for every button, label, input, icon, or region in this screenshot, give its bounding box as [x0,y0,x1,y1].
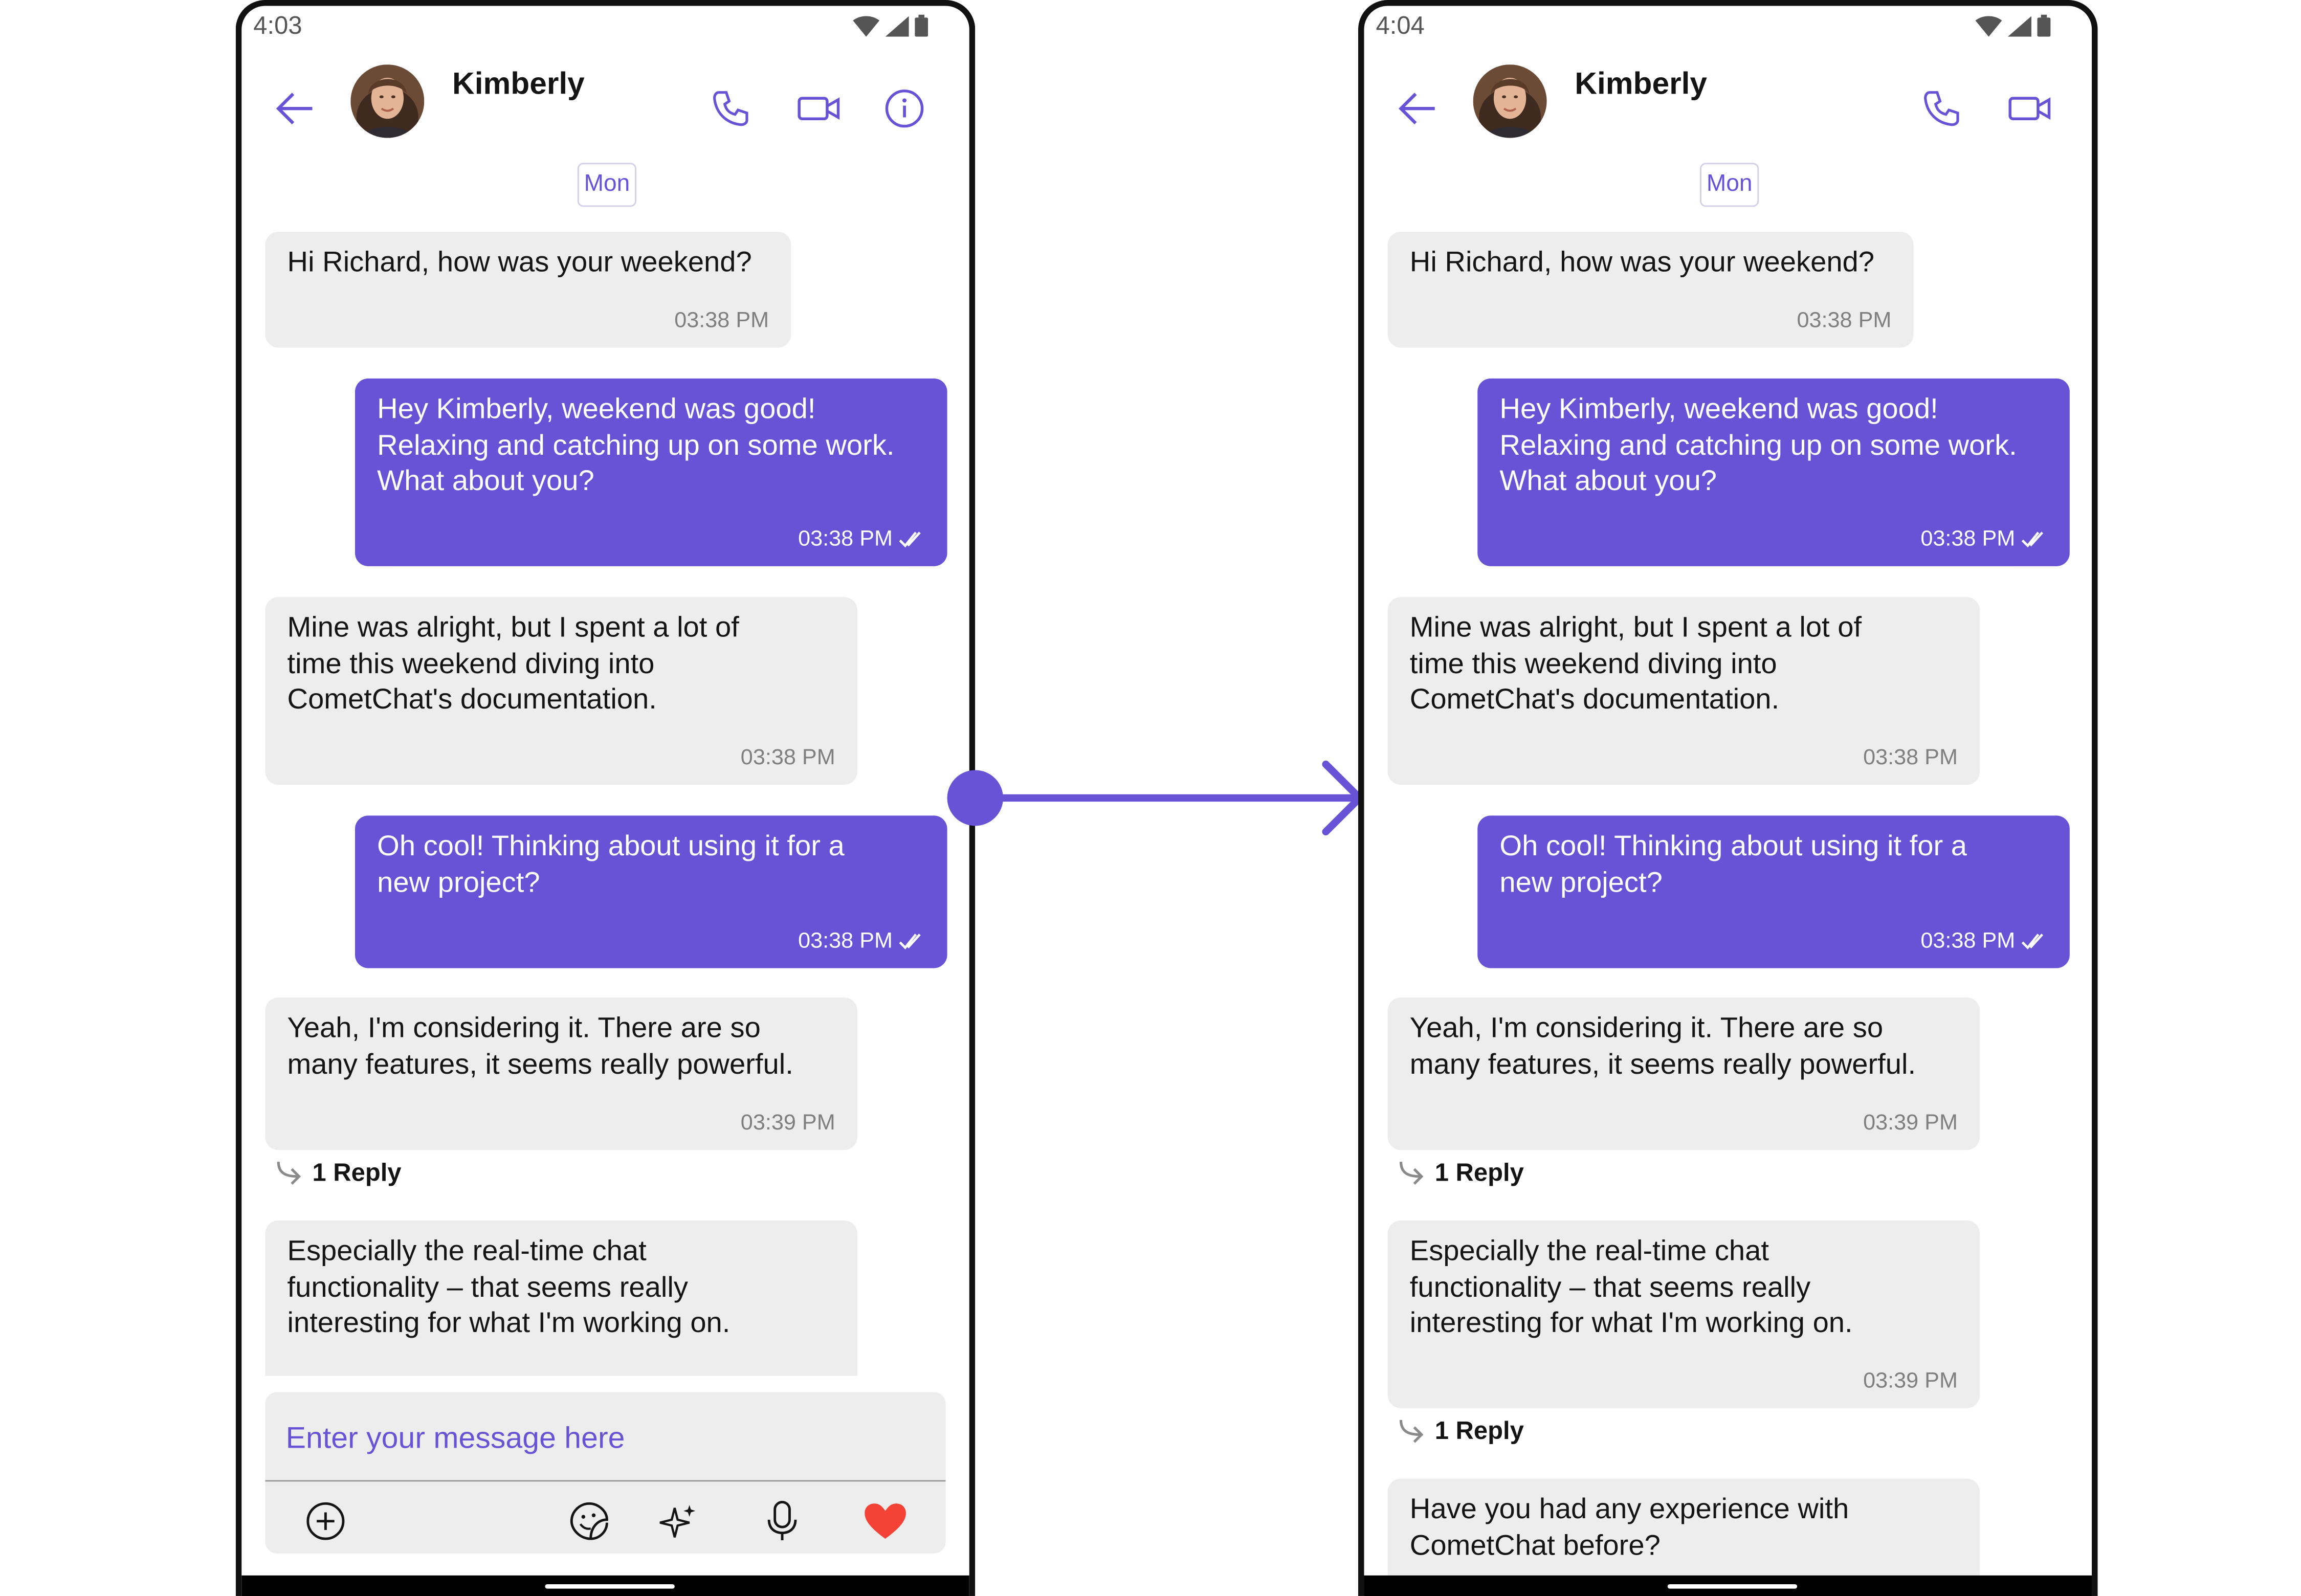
thread-reply-link[interactable]: 1 Reply [1397,1159,1524,1188]
battery-icon [2037,14,2051,37]
date-separator: Mon [1700,163,1759,207]
reply-icon [1397,1159,1429,1188]
message-timestamp: 03:39 PM [1863,1110,1958,1136]
message-bubble-outgoing[interactable]: Oh cool! Thinking about using it for a n… [1477,815,2070,968]
message-text: Have you had any experience with CometCh… [1409,1493,1849,1562]
reply-count: 1 Reply [1434,1159,1524,1187]
message-bubble-incoming[interactable]: Especially the real-time chat functional… [1387,1220,1980,1408]
message-text: Yeah, I'm considering it. There are so m… [1409,1012,1916,1080]
message-timestamp: 03:38 PM [1920,928,2047,954]
message-bubble-incoming[interactable]: Have you had any experience with CometCh… [1387,1478,1980,1576]
message-text: Especially the real-time chat functional… [1409,1235,1853,1340]
message-timestamp: 03:38 PM [1797,308,1892,333]
contact-name: Kimberly [1575,67,1708,101]
status-bar-time: 4:04 [1376,11,1425,40]
reply-icon [1397,1417,1429,1446]
wifi-icon [1975,15,2002,36]
message-bubble-incoming[interactable]: Yeah, I'm considering it. There are so m… [1387,997,1980,1150]
status-bar-icons [1975,14,2051,37]
navigation-bar [1364,1575,2092,1596]
comparison-stage: 4:03 Kimberly Mon Hi Richard, how was yo… [0,0,2301,1596]
avatar[interactable] [1473,64,1547,138]
chat-screen: 4:04 Kimberly Mon Hi Richard, how was yo… [1364,6,2092,1596]
message-bubble-incoming[interactable]: Mine was alright, but I spent a lot of t… [1387,597,1980,785]
message-text: Mine was alright, but I spent a lot of t… [1409,611,1862,716]
video-call-icon[interactable] [2000,79,2059,138]
reply-count: 1 Reply [1434,1417,1524,1445]
phone-after: 4:04 Kimberly Mon Hi Richard, how was yo… [1358,0,2098,1596]
message-bubble-incoming[interactable]: Hi Richard, how was your weekend? 03:38 … [1387,232,1914,348]
message-timestamp: 03:38 PM [1863,745,1958,770]
message-text: Oh cool! Thinking about using it for a n… [1499,830,1967,899]
message-bubble-outgoing[interactable]: Hey Kimberly, weekend was good! Relaxing… [1477,378,2070,566]
message-text: Hi Richard, how was your weekend? [1409,246,1875,279]
cellular-signal-icon [2007,15,2031,36]
back-arrow-icon[interactable] [1388,79,1447,138]
thread-reply-link[interactable]: 1 Reply [1397,1417,1524,1446]
read-receipt-icon [2021,932,2048,950]
message-text: Hey Kimberly, weekend was good! Relaxing… [1499,393,2017,498]
voice-call-icon[interactable] [1912,79,1971,138]
read-receipt-icon [2021,529,2048,548]
message-timestamp: 03:38 PM [1920,526,2047,551]
home-gesture-handle[interactable] [1667,1584,1798,1589]
message-timestamp: 03:39 PM [1863,1368,1958,1394]
